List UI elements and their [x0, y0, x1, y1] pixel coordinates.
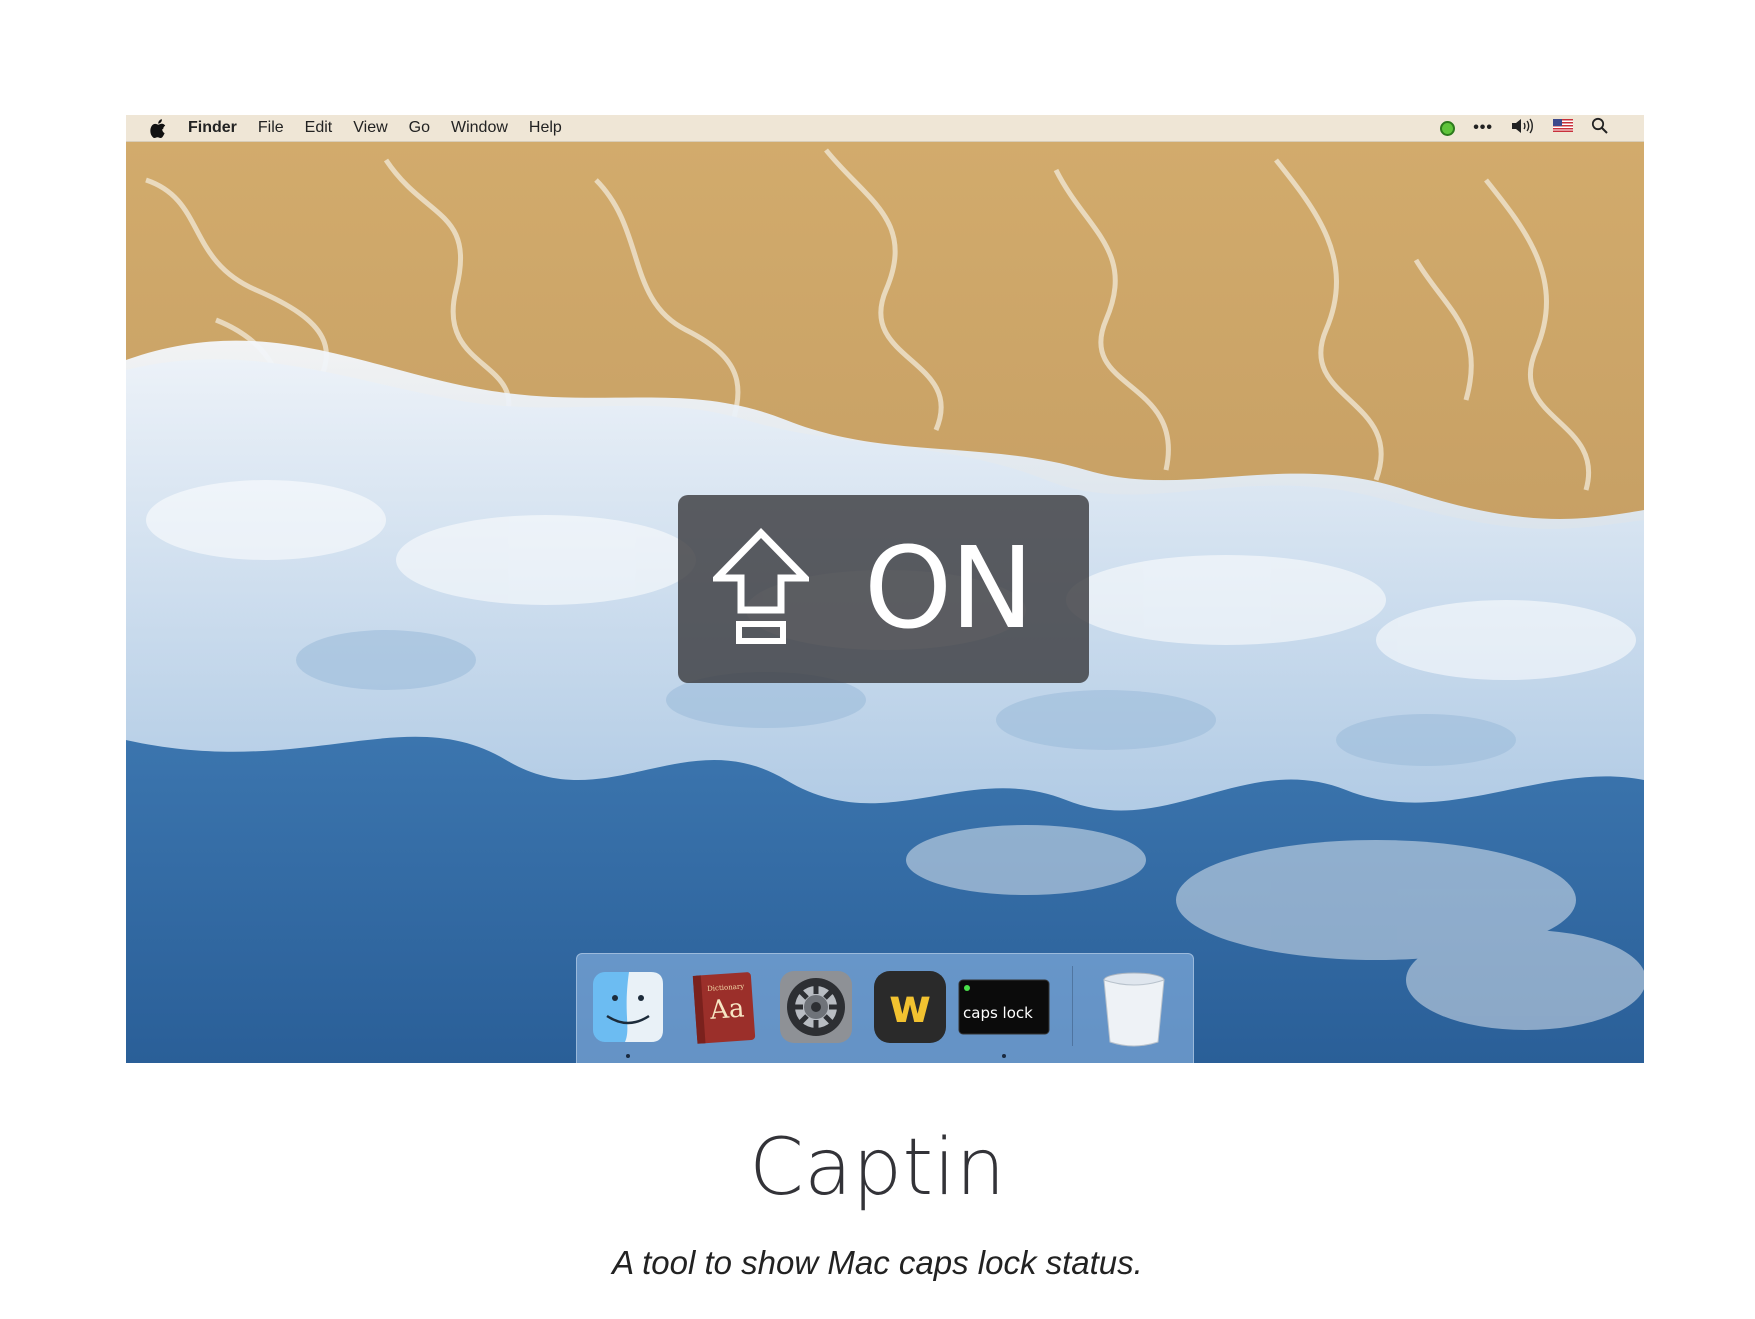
- product-tagline: A tool to show Mac caps lock status.: [612, 1244, 1143, 1281]
- system-preferences-icon[interactable]: [777, 968, 855, 1046]
- dock-separator: [1072, 966, 1073, 1046]
- product-title: Captin: [749, 1123, 1006, 1213]
- green-status-dot-icon[interactable]: [1440, 120, 1456, 136]
- dictionary-icon[interactable]: Dictionary Aa: [683, 968, 761, 1046]
- menu-bar-status-area: •••: [1422, 115, 1608, 141]
- apple-icon[interactable]: [148, 118, 168, 138]
- caps-lock-app-icon[interactable]: caps lock: [957, 968, 1051, 1046]
- search-icon[interactable]: [1591, 117, 1608, 139]
- us-flag-icon[interactable]: [1553, 119, 1573, 137]
- menu-view[interactable]: View: [353, 119, 387, 137]
- menu-bar: Finder File Edit View Go Window Help •••: [126, 115, 1644, 142]
- ellipsis-icon[interactable]: •••: [1473, 119, 1493, 137]
- menu-help[interactable]: Help: [529, 119, 562, 137]
- caps-lock-arrow-icon: [708, 527, 814, 651]
- dictionary-label: Aa: [708, 993, 745, 1025]
- trash-icon[interactable]: [1095, 968, 1173, 1047]
- mac-desktop-screenshot: Finder File Edit View Go Window Help •••: [126, 115, 1644, 1063]
- menu-app-name[interactable]: Finder: [188, 119, 237, 137]
- finder-running-indicator: [626, 1054, 630, 1058]
- menu-edit[interactable]: Edit: [305, 119, 333, 137]
- caps-lock-state-label: ON: [864, 524, 1034, 654]
- volume-icon[interactable]: [1511, 118, 1535, 139]
- caps-lock-app-label: caps lock: [963, 1004, 1033, 1022]
- w-app-label: w: [889, 979, 932, 1033]
- w-app-icon[interactable]: w: [871, 968, 949, 1046]
- caps-lock-hud: ON: [678, 495, 1089, 683]
- menu-go[interactable]: Go: [409, 119, 430, 137]
- menu-window[interactable]: Window: [451, 119, 508, 137]
- menu-file[interactable]: File: [258, 119, 284, 137]
- dock: Dictionary Aa w caps lock: [576, 953, 1194, 1063]
- caps-lock-app-running-indicator: [1002, 1054, 1006, 1058]
- finder-icon[interactable]: [589, 968, 667, 1046]
